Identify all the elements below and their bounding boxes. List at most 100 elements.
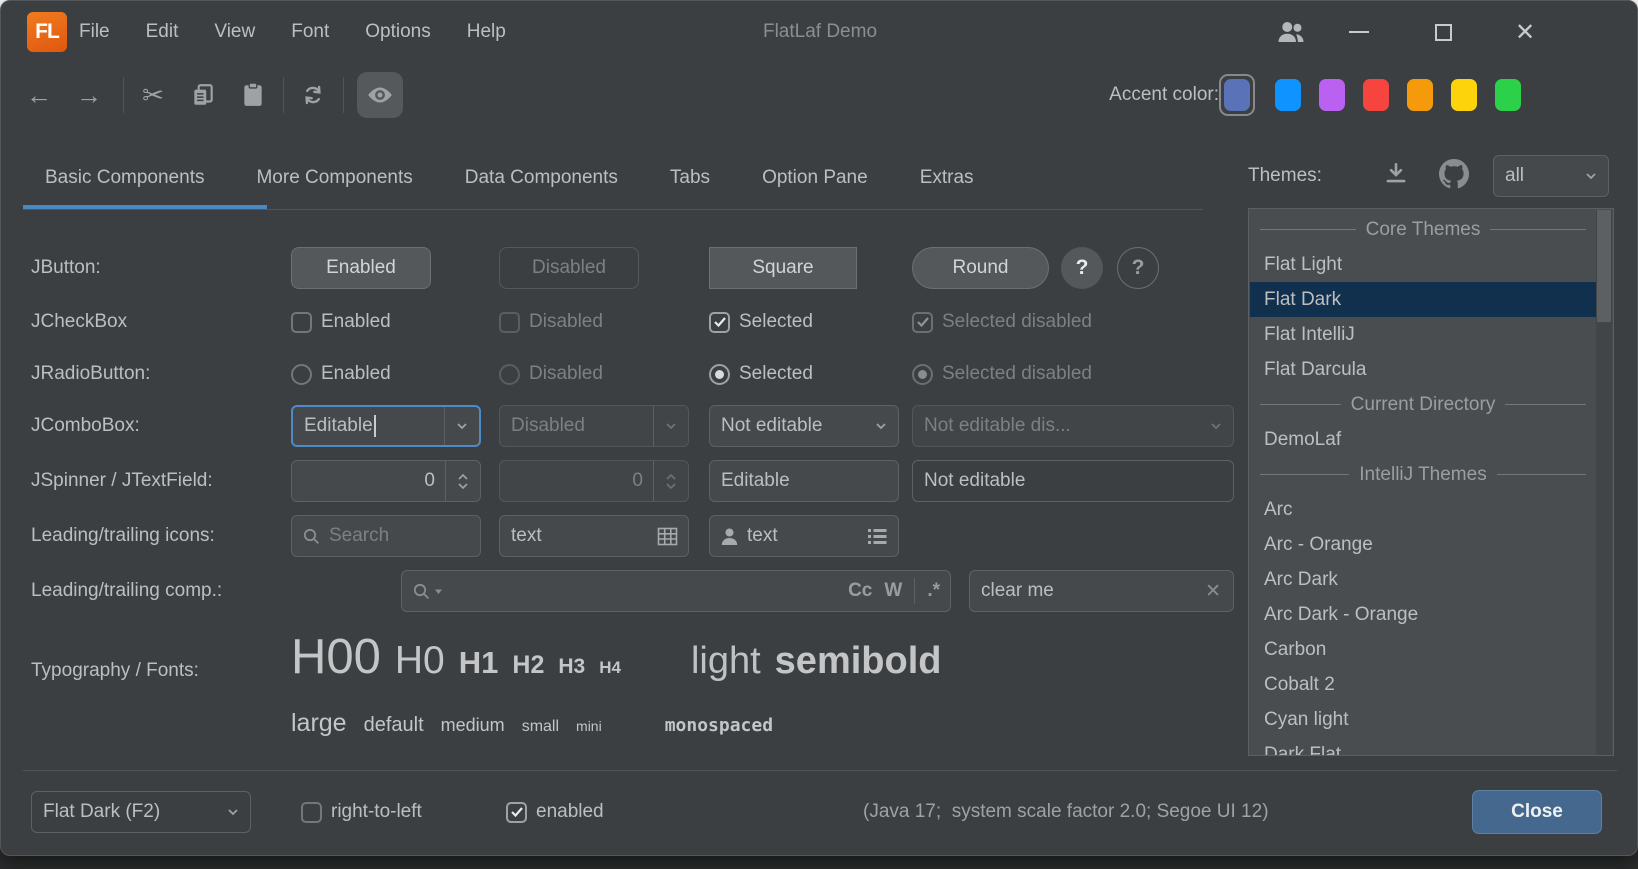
theme-item[interactable]: Arc Dark - Orange [1250, 597, 1596, 632]
menu-font[interactable]: Font [291, 21, 329, 43]
chevron-down-icon [653, 406, 688, 446]
chevron-down-icon [1574, 156, 1608, 196]
rtl-checkbox[interactable]: right-to-left [301, 795, 422, 829]
cut-button[interactable]: ✂ [133, 63, 173, 127]
theme-group-separator: Core Themes [1250, 212, 1596, 247]
accent-color-label: Accent color: [1029, 63, 1219, 127]
textfield-value: Editable [710, 470, 898, 492]
accent-swatch-3[interactable] [1319, 79, 1345, 111]
tab-extras[interactable]: Extras [920, 149, 974, 209]
regex-toggle[interactable]: .* [927, 580, 940, 602]
h0-sample: H0 [395, 639, 445, 683]
checkbox-enabled[interactable]: Enabled [291, 305, 391, 339]
enabled-button[interactable]: Enabled [291, 247, 431, 289]
radio-selected-disabled: Selected disabled [912, 357, 1092, 391]
square-button[interactable]: Square [709, 247, 857, 289]
accent-swatch-7[interactable] [1495, 79, 1521, 111]
round-button[interactable]: Round [912, 247, 1049, 289]
theme-item[interactable]: Flat IntelliJ [1250, 317, 1596, 352]
laf-combobox[interactable]: Flat Dark (F2) [31, 791, 251, 833]
forward-button[interactable]: → [69, 63, 109, 127]
accent-swatch-4[interactable] [1363, 79, 1389, 111]
checkbox-icon [301, 802, 322, 823]
users-icon[interactable] [1273, 1, 1309, 63]
accent-swatch-5[interactable] [1407, 79, 1433, 111]
combobox-editable[interactable]: Editable [291, 405, 481, 447]
help-button[interactable]: ? [1061, 247, 1103, 289]
checkbox-selected[interactable]: Selected [709, 305, 813, 339]
theme-item[interactable]: Flat Light [1250, 247, 1596, 282]
eye-icon [365, 80, 395, 110]
help-button-disabled: ? [1117, 247, 1159, 289]
back-button[interactable]: ← [19, 63, 59, 127]
combobox-not-editable[interactable]: Not editable [709, 405, 899, 447]
clearable-field[interactable]: clear me ✕ [969, 570, 1234, 612]
theme-item[interactable]: Arc [1250, 492, 1596, 527]
search-comp-field[interactable]: Cc W .* [401, 570, 951, 612]
textfield-trailing-table[interactable]: text [499, 515, 689, 557]
textfield-leading-user-trailing-list[interactable]: text [709, 515, 899, 557]
whole-word-toggle[interactable]: W [884, 580, 902, 602]
accent-swatch-1[interactable] [1224, 79, 1250, 111]
paste-button[interactable] [233, 63, 273, 127]
jbutton-label: JButton: [31, 247, 101, 289]
download-themes-button[interactable] [1383, 161, 1409, 187]
menu-edit[interactable]: Edit [146, 21, 179, 43]
search-field[interactable]: Search [291, 515, 481, 557]
chevron-down-icon[interactable] [444, 407, 479, 445]
menu-options[interactable]: Options [365, 21, 430, 43]
themes-scrollbar[interactable] [1596, 210, 1612, 756]
theme-item[interactable]: Carbon [1250, 632, 1596, 667]
theme-item[interactable]: Flat Darcula [1250, 352, 1596, 387]
radio-selected[interactable]: Selected [709, 357, 813, 391]
minimize-button[interactable] [1341, 1, 1377, 63]
github-button[interactable] [1439, 159, 1469, 189]
tab-option-pane[interactable]: Option Pane [762, 149, 868, 209]
themes-filter-combobox[interactable]: all [1493, 155, 1609, 197]
clear-icon[interactable]: ✕ [1205, 580, 1233, 603]
accent-swatch-6[interactable] [1451, 79, 1477, 111]
tabbar-baseline [23, 209, 1203, 210]
inspect-toggle-button[interactable] [357, 72, 403, 118]
radio-icon [291, 364, 312, 385]
spinner-arrows[interactable] [445, 461, 480, 501]
close-window-icon: ✕ [1515, 18, 1535, 47]
theme-item[interactable]: Cobalt 2 [1250, 667, 1596, 702]
search-options-icon[interactable] [402, 582, 443, 601]
menu-help[interactable]: Help [467, 21, 506, 43]
h3-sample: H3 [558, 655, 585, 679]
maximize-button[interactable] [1425, 1, 1461, 63]
spinner-value: 0 [292, 470, 445, 492]
monospaced-sample: monospaced [665, 715, 773, 736]
spinner-1[interactable]: 0 [291, 460, 481, 502]
tab-more-components[interactable]: More Components [256, 149, 412, 209]
theme-item[interactable]: Cyan light [1250, 702, 1596, 737]
disabled-button: Disabled [499, 247, 639, 289]
theme-item[interactable]: DemoLaf [1250, 422, 1596, 457]
enabled-checkbox[interactable]: enabled [506, 795, 604, 829]
tab-tabs[interactable]: Tabs [670, 149, 710, 209]
refresh-button[interactable] [293, 63, 333, 127]
menu-file[interactable]: File [79, 21, 110, 43]
match-case-toggle[interactable]: Cc [848, 580, 872, 602]
radio-enabled[interactable]: Enabled [291, 357, 391, 391]
accent-swatch-2[interactable] [1275, 79, 1301, 111]
theme-item[interactable]: Dark Flat [1250, 737, 1596, 756]
combobox-value: Disabled [500, 415, 653, 437]
tab-basic-components[interactable]: Basic Components [45, 149, 204, 209]
scrollbar-thumb[interactable] [1597, 210, 1611, 322]
menu-view[interactable]: View [214, 21, 255, 43]
tab-data-components[interactable]: Data Components [465, 149, 618, 209]
typography-variants: large default medium small mini monospac… [291, 709, 773, 738]
theme-item[interactable]: Arc - Orange [1250, 527, 1596, 562]
theme-item[interactable]: Flat Dark [1250, 282, 1596, 317]
close-window-button[interactable]: ✕ [1507, 1, 1543, 63]
copy-button[interactable] [183, 63, 223, 127]
close-button[interactable]: Close [1472, 790, 1602, 834]
accent-swatch-selected-ring[interactable] [1219, 74, 1255, 116]
theme-item[interactable]: Arc Dark [1250, 562, 1596, 597]
textfield-editable[interactable]: Editable [709, 460, 899, 502]
themes-label: Themes: [1248, 149, 1322, 203]
menubar: File Edit View Font Options Help [79, 1, 506, 63]
spinner-arrows [653, 461, 688, 501]
